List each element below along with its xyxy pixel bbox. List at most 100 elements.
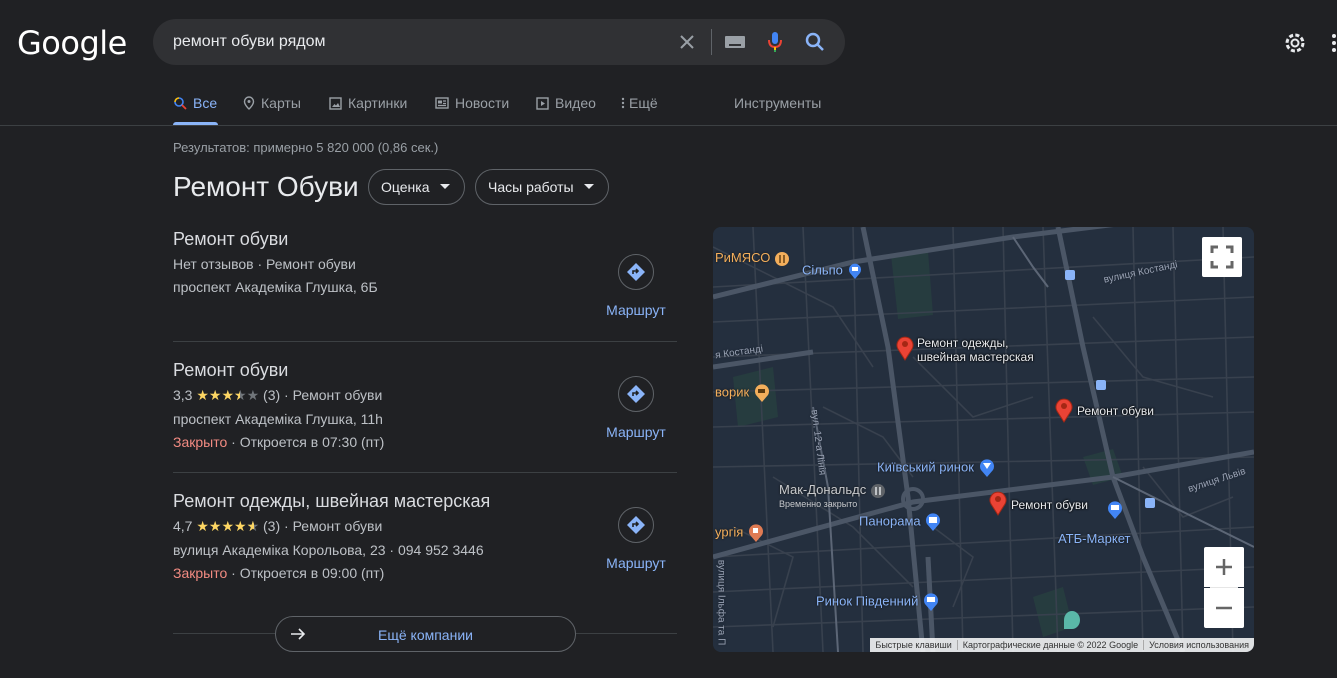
listing-address: проспект Академіка Глушка, 11h — [173, 411, 383, 427]
hours-filter-chip[interactable]: Часы работы — [475, 169, 609, 205]
search-icon — [174, 97, 187, 110]
shopping-cart-icon — [848, 263, 861, 279]
clear-icon[interactable] — [675, 30, 699, 54]
tab-video[interactable]: Видео — [536, 95, 596, 111]
poi-atb-cart[interactable] — [1106, 500, 1124, 523]
tab-news[interactable]: Новости — [435, 95, 509, 111]
review-count[interactable]: (3) — [263, 518, 280, 534]
tab-tools[interactable]: Инструменты — [734, 95, 821, 111]
map-pin-icon — [243, 96, 255, 110]
directions-icon — [618, 376, 654, 412]
poi-kyiv-market[interactable]: Київський ринок — [877, 458, 996, 478]
listing-category: · Ремонт обуви — [284, 518, 383, 534]
keyboard-icon[interactable] — [723, 30, 747, 54]
tab-images-label: Картинки — [348, 95, 408, 111]
plus-icon — [1216, 559, 1232, 575]
tab-tools-label: Инструменты — [734, 95, 822, 111]
opening-time: · Откроется в 07:30 (пт) — [231, 434, 385, 450]
fullscreen-button[interactable] — [1202, 237, 1242, 277]
closed-status: Закрыто — [173, 434, 228, 450]
search-divider — [711, 29, 712, 55]
restaurant-icon — [748, 524, 763, 542]
restaurant-icon — [870, 483, 885, 498]
tab-maps[interactable]: Карты — [243, 95, 301, 111]
listing-name[interactable]: Ремонт обуви — [173, 229, 677, 250]
street-label: вулиця Ільфа та П — [715, 559, 727, 646]
tab-maps-label: Карты — [261, 95, 301, 111]
rating-value: 3,3 — [173, 387, 193, 403]
more-right-line — [576, 633, 677, 634]
listing-name[interactable]: Ремонт одежды, швейная мастерская — [173, 491, 677, 512]
poi-south-market[interactable]: Ринок Південний — [816, 592, 940, 612]
route-button[interactable]: Маршрут — [603, 507, 669, 571]
more-left-line — [173, 633, 275, 634]
search-box[interactable] — [153, 19, 845, 65]
transit-icon — [1096, 380, 1106, 390]
listing-hours: Закрыто · Откроется в 07:30 (пт) — [173, 434, 677, 450]
local-pack-title: Ремонт Обуви — [173, 171, 359, 202]
poi-mcdonalds[interactable]: Мак-Дональдс — [779, 482, 886, 499]
listing-address: проспект Академіка Глушка, 6Б — [173, 279, 378, 295]
map-pin[interactable] — [895, 335, 915, 366]
map-pin[interactable] — [1054, 397, 1074, 428]
transit-icon — [1145, 498, 1155, 508]
keyboard-shortcuts-link[interactable]: Быстрые клавиши — [870, 640, 956, 650]
fullscreen-icon — [1210, 245, 1234, 269]
terms-link[interactable]: Условия использования — [1143, 640, 1254, 650]
rating-stars: ★★★★★★ — [196, 518, 260, 534]
poi-label: Київський ринок — [877, 459, 974, 475]
google-logo[interactable]: Google — [17, 24, 127, 62]
cafe-icon — [754, 384, 769, 402]
directions-icon — [618, 254, 654, 290]
local-listing[interactable]: Ремонт одежды, швейная мастерская 4,7 ★★… — [173, 491, 677, 581]
more-businesses-button[interactable]: Ещё компании — [275, 616, 576, 652]
route-button[interactable]: Маршрут — [603, 254, 669, 318]
rating-filter-chip[interactable]: Оценка — [368, 169, 465, 205]
result-stats: Результатов: примерно 5 820 000 (0,86 се… — [173, 140, 439, 155]
route-label: Маршрут — [606, 302, 666, 318]
tab-images[interactable]: Картинки — [329, 95, 407, 111]
dropdown-arrow-icon — [583, 184, 594, 189]
poi-label: ургія — [715, 524, 744, 540]
settings-gear-icon[interactable] — [1282, 30, 1308, 56]
poi-rimyaso[interactable]: РиМЯСО — [715, 250, 790, 267]
route-label: Маршрут — [606, 424, 666, 440]
microphone-icon[interactable] — [763, 30, 787, 54]
local-listing[interactable]: Ремонт обуви Нет отзывов · Ремонт обуви … — [173, 229, 677, 318]
review-count[interactable]: (3) — [263, 387, 280, 403]
minus-icon — [1216, 606, 1232, 610]
tab-all[interactable]: Все — [173, 95, 217, 111]
poi-burgiya[interactable]: ургія — [715, 523, 765, 543]
zoom-out-button[interactable] — [1204, 588, 1244, 628]
local-listing[interactable]: Ремонт обуви 3,3 ★★★★★★ (3) · Ремонт обу… — [173, 360, 677, 450]
more-vert-icon — [621, 97, 625, 109]
search-icon[interactable] — [803, 30, 827, 54]
pin-label: Ремонт обуви — [1011, 498, 1088, 512]
poi-silpo[interactable]: Сільпо — [802, 262, 863, 280]
poi-dvorik[interactable]: ворик — [715, 383, 771, 403]
location-pin-icon — [896, 336, 914, 361]
zoom-in-button[interactable] — [1204, 547, 1244, 587]
location-pin-icon — [989, 491, 1007, 516]
directions-icon — [618, 507, 654, 543]
shopping-cart-icon — [923, 593, 938, 611]
tab-more[interactable]: Ещё — [621, 95, 658, 111]
rating-filter-label: Оценка — [381, 179, 430, 195]
rating-stars: ★★★★★★ — [196, 387, 260, 403]
route-label: Маршрут — [606, 555, 666, 571]
opening-time: · Откроется в 09:00 (пт) — [231, 565, 385, 581]
search-input[interactable] — [173, 32, 653, 52]
pin-label: Ремонт обуви — [1077, 404, 1154, 418]
poi-panorama[interactable]: Панорама — [859, 512, 942, 532]
poi-label: Ринок Південний — [816, 593, 919, 609]
poi-atb[interactable]: АТБ-Маркет — [1058, 531, 1130, 546]
tab-all-label: Все — [193, 95, 218, 111]
map-pin[interactable] — [988, 490, 1008, 521]
listing-name[interactable]: Ремонт обуви — [173, 360, 677, 381]
apps-menu-icon[interactable] — [1330, 33, 1337, 53]
map-view[interactable]: вулиця Костанді я Костанді вулиця Ільфа … — [713, 227, 1254, 652]
video-icon — [536, 96, 549, 110]
route-button[interactable]: Маршрут — [603, 376, 669, 440]
map-attribution: Быстрые клавиши Картографические данные … — [870, 638, 1254, 652]
pharmacy-icon — [1064, 611, 1080, 629]
